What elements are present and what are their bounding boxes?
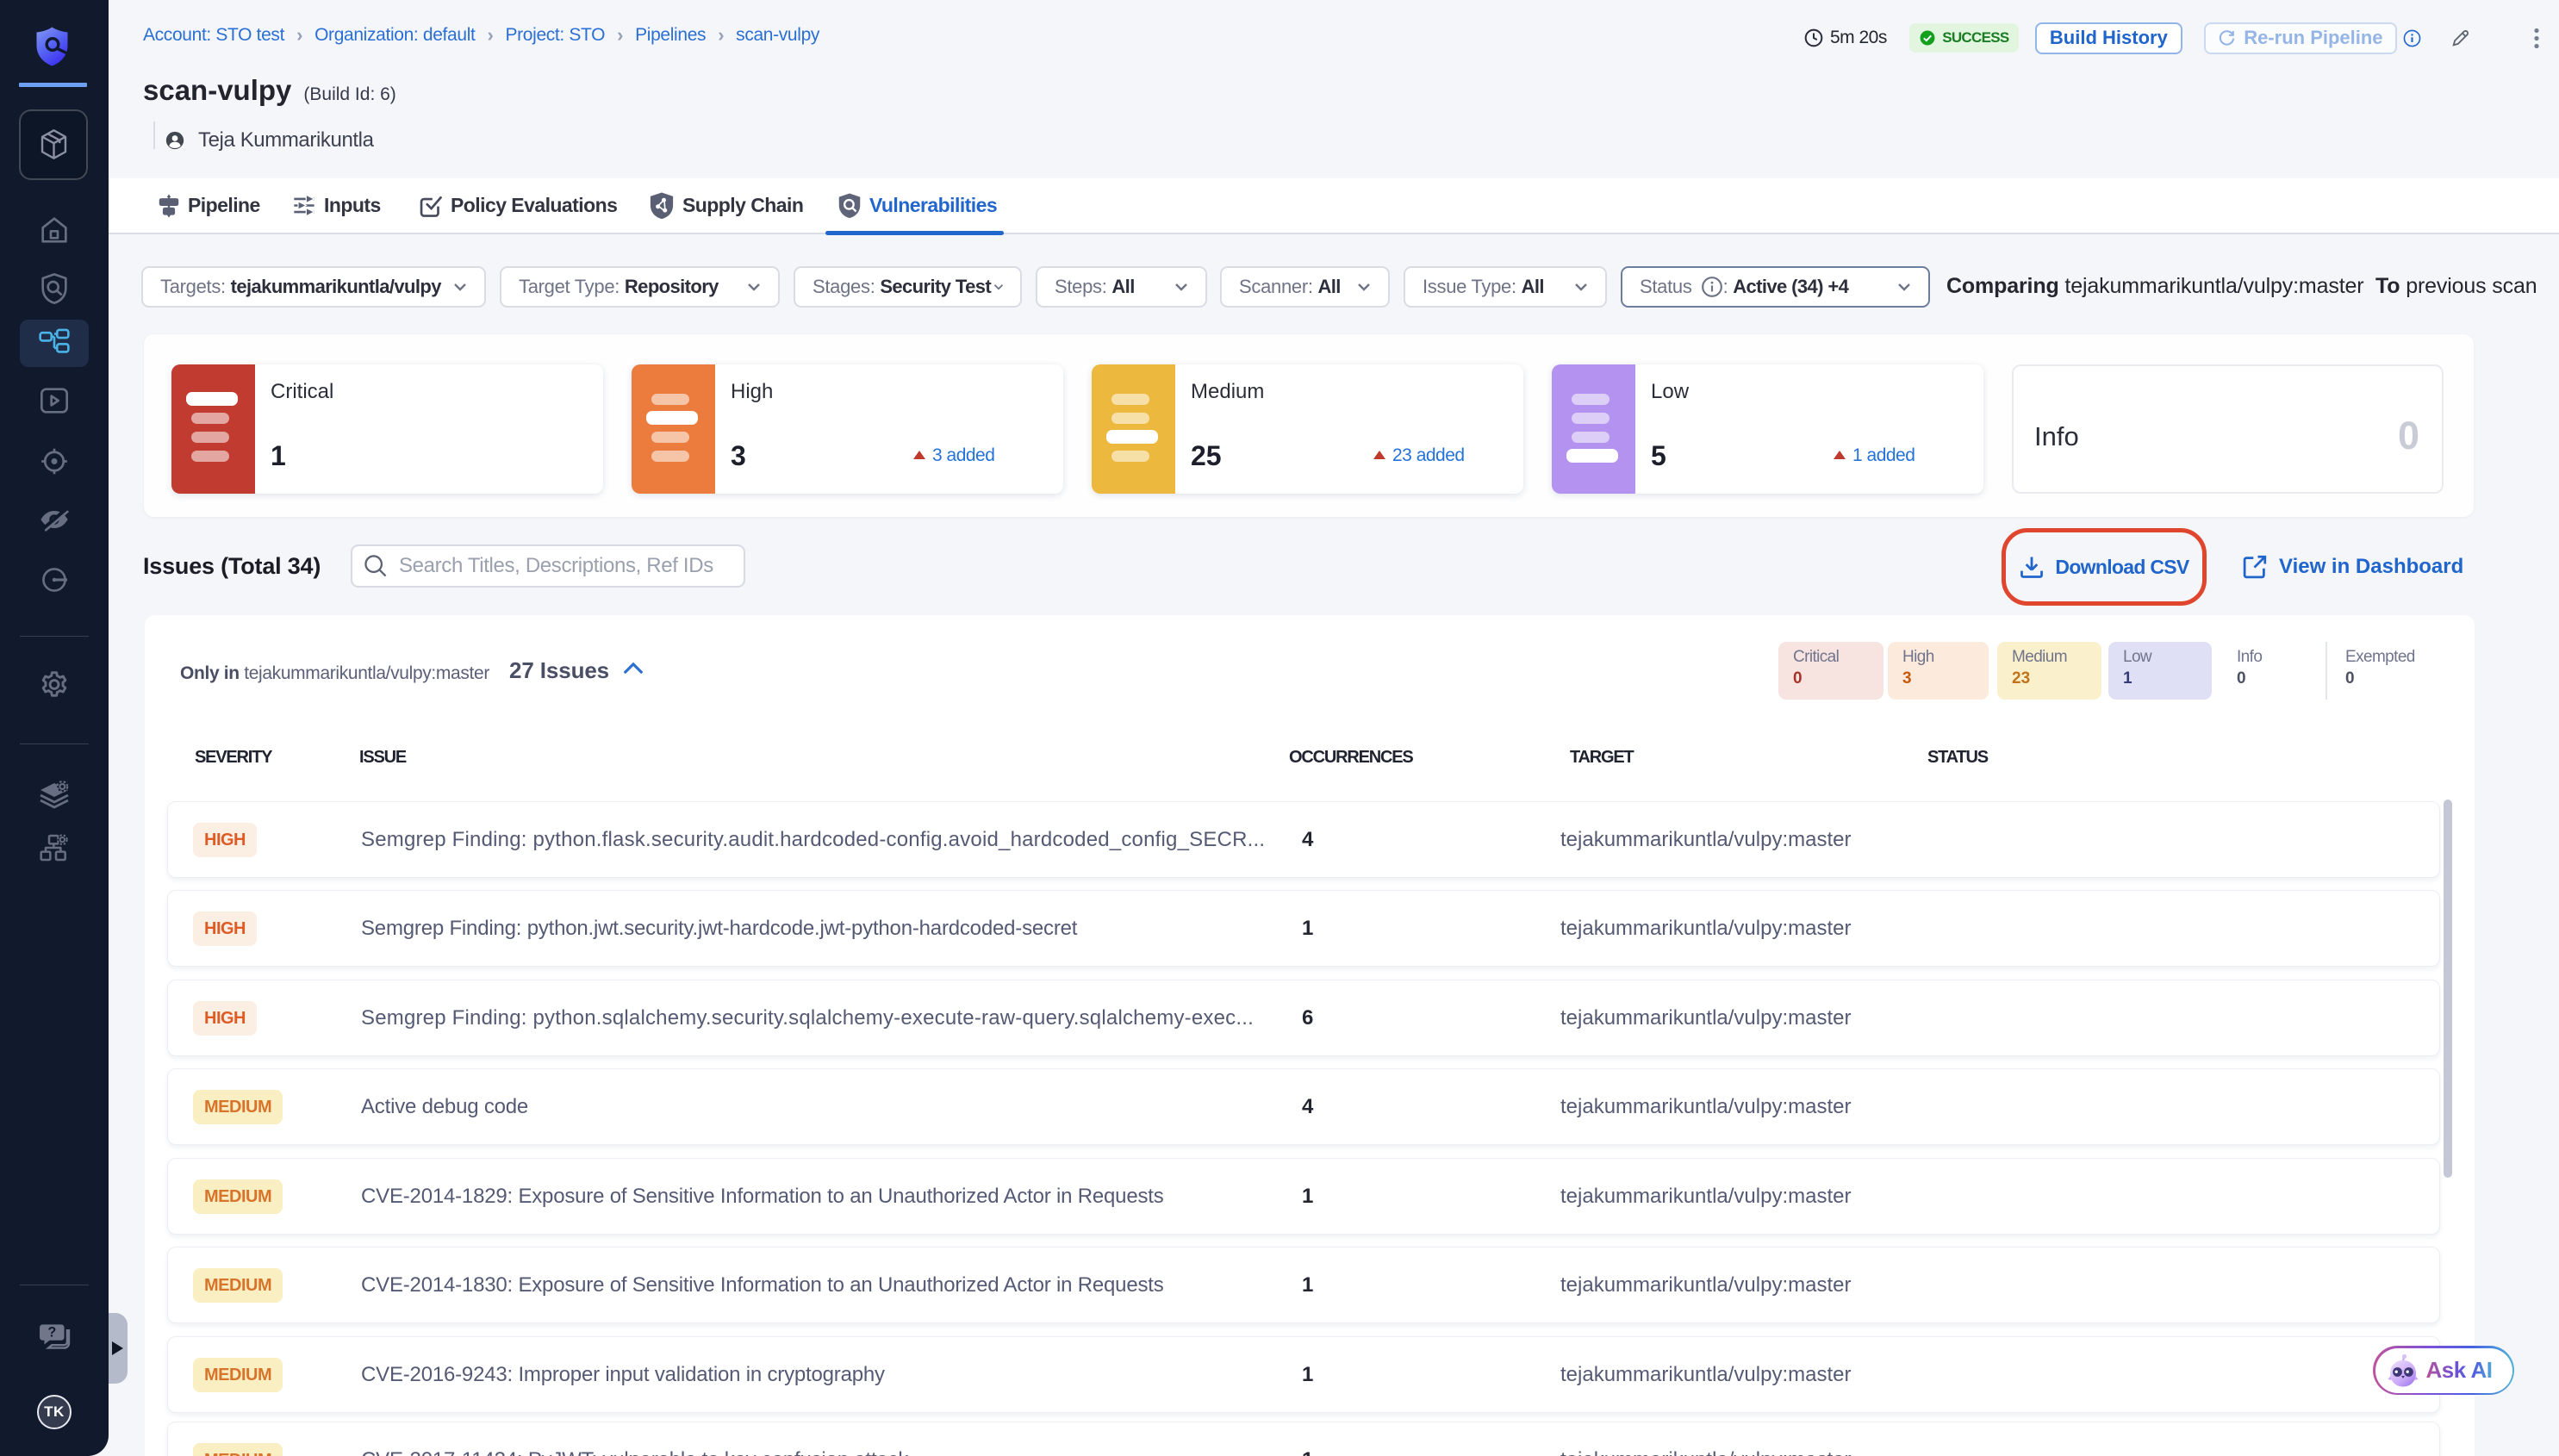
svg-text:?: ? bbox=[47, 1325, 56, 1341]
